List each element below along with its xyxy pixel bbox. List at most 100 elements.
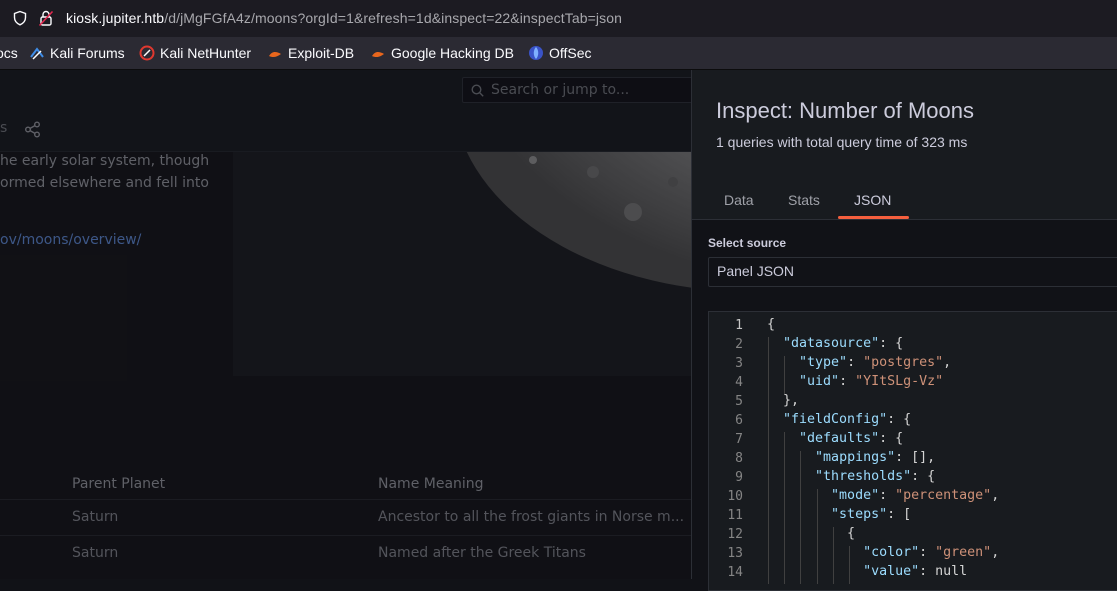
line-number-gutter: 1 2 3 4 5 6 7 8 9 10 11 12 13 14 [709,312,757,590]
shield-icon[interactable] [12,10,28,26]
code-line[interactable]: "value": null [767,564,967,579]
bookmark-google-hacking-db[interactable]: Google Hacking DB [370,45,514,61]
code-line[interactable]: "type": "postgres", [767,355,951,370]
bookmark-label: Google Hacking DB [391,45,514,61]
indent-guide [768,508,769,527]
exploit-db-icon [269,51,281,58]
url-host: kiosk.jupiter.htb [66,10,165,26]
line-number: 2 [735,337,743,352]
ghdb-icon [372,51,384,58]
indent-guide [800,546,802,565]
bookmark-kali-forums[interactable]: Kali Forums [29,45,125,61]
kali-forums-icon [30,47,44,60]
line-number: 13 [727,546,743,561]
source-select-value: Panel JSON [717,263,795,279]
kali-nethunter-icon [139,45,155,61]
code-line[interactable]: "thresholds": { [767,469,935,484]
indent-guide [768,470,769,489]
code-line[interactable]: { [767,526,855,541]
inspect-drawer: Inspect: Number of Moons 1 queries with … [691,70,1117,591]
code-line[interactable]: "color": "green", [767,545,999,560]
code-line[interactable]: "steps": [ [767,507,911,522]
indent-guide [816,508,818,527]
indent-guide [816,527,818,546]
code-line[interactable]: }, [767,393,799,408]
indent-guide [849,546,850,565]
line-number: 6 [735,413,743,428]
tab-data[interactable]: Data [724,192,754,208]
line-number: 8 [735,451,743,466]
indent-guide [800,508,802,527]
bookmark-label: OffSec [549,45,592,61]
inspect-tabs: Data Stats JSON [692,182,1117,220]
source-select[interactable]: Panel JSON [708,257,1117,287]
indent-guide [768,451,769,470]
indent-guide [784,546,786,565]
indent-guide [849,565,850,584]
drawer-title: Inspect: Number of Moons [716,98,975,123]
indent-guide [816,565,818,584]
code-line[interactable]: "fieldConfig": { [767,412,911,427]
indent-guide [768,356,769,375]
indent-guide [832,527,834,546]
select-source-label: Select source [708,236,787,250]
indent-guide [784,489,786,508]
line-number: 1 [735,318,743,333]
url-bar[interactable]: kiosk.jupiter.htb/d/jMgFGfA4z/moons?orgI… [0,0,1117,37]
url-path: /d/jMgFGfA4z/moons?orgId=1&refresh=1d&in… [164,10,622,26]
tab-stats[interactable]: Stats [788,192,820,208]
line-number: 10 [727,489,743,504]
bookmark-exploit-db[interactable]: Exploit-DB [267,45,354,61]
indent-guide [800,451,802,470]
indent-guide [768,489,769,508]
indent-guide [784,451,786,470]
indent-guide [768,546,769,565]
indent-guide [800,470,802,489]
indent-guide [784,527,786,546]
offsec-icon [529,46,543,60]
indent-guide [784,356,786,375]
indent-guide [832,546,834,565]
json-code-editor[interactable]: 1 2 3 4 5 6 7 8 9 10 11 12 13 14 { "datasource": { "t… [708,311,1117,591]
bookmark-label: Kali NetHunter [160,45,252,61]
bookmark-label: ocs [0,45,18,61]
line-number: 14 [727,565,743,580]
drawer-body: Select source Panel JSON 1 2 3 4 5 6 7 8 9 10 11 12… [692,220,1117,591]
indent-guide [768,337,769,356]
code-line[interactable]: "mode": "percentage", [767,488,999,503]
code-line[interactable]: "datasource": { [767,336,903,351]
bookmark-docs[interactable]: ocs [0,45,18,61]
line-number: 3 [735,356,743,371]
indent-guide [832,565,834,584]
insecure-lock-icon[interactable] [38,9,54,27]
bookmark-kali-nethunter[interactable]: Kali NetHunter [139,45,251,61]
indent-guide [768,394,769,413]
line-number: 7 [735,432,743,447]
code-line[interactable]: "mappings": [], [767,450,935,465]
indent-guide [768,432,769,451]
indent-guide [768,413,769,432]
code-line[interactable]: "defaults": { [767,431,903,446]
bookmark-offsec[interactable]: OffSec [528,45,592,61]
bookmarks-bar: ocs Kali Forums Kali NetHunter Exploit-D… [0,37,1117,70]
indent-guide [800,527,802,546]
indent-guide [768,375,769,394]
indent-guide [784,375,786,394]
line-number: 11 [727,508,743,523]
modal-backdrop[interactable] [0,70,691,579]
line-number: 9 [735,470,743,485]
url-text[interactable]: kiosk.jupiter.htb/d/jMgFGfA4z/moons?orgI… [66,10,622,26]
line-number: 4 [735,375,743,390]
indent-guide [768,565,769,584]
tab-json[interactable]: JSON [854,192,891,208]
indent-guide [768,527,769,546]
line-number: 12 [727,527,743,542]
line-number: 5 [735,394,743,409]
indent-guide [784,508,786,527]
code-line[interactable]: "uid": "YItSLg-Vz" [767,374,943,389]
active-tab-indicator [838,216,909,219]
indent-guide [816,489,818,508]
code-line[interactable]: { [767,317,775,332]
indent-guide [784,565,786,584]
indent-guide [816,546,818,565]
